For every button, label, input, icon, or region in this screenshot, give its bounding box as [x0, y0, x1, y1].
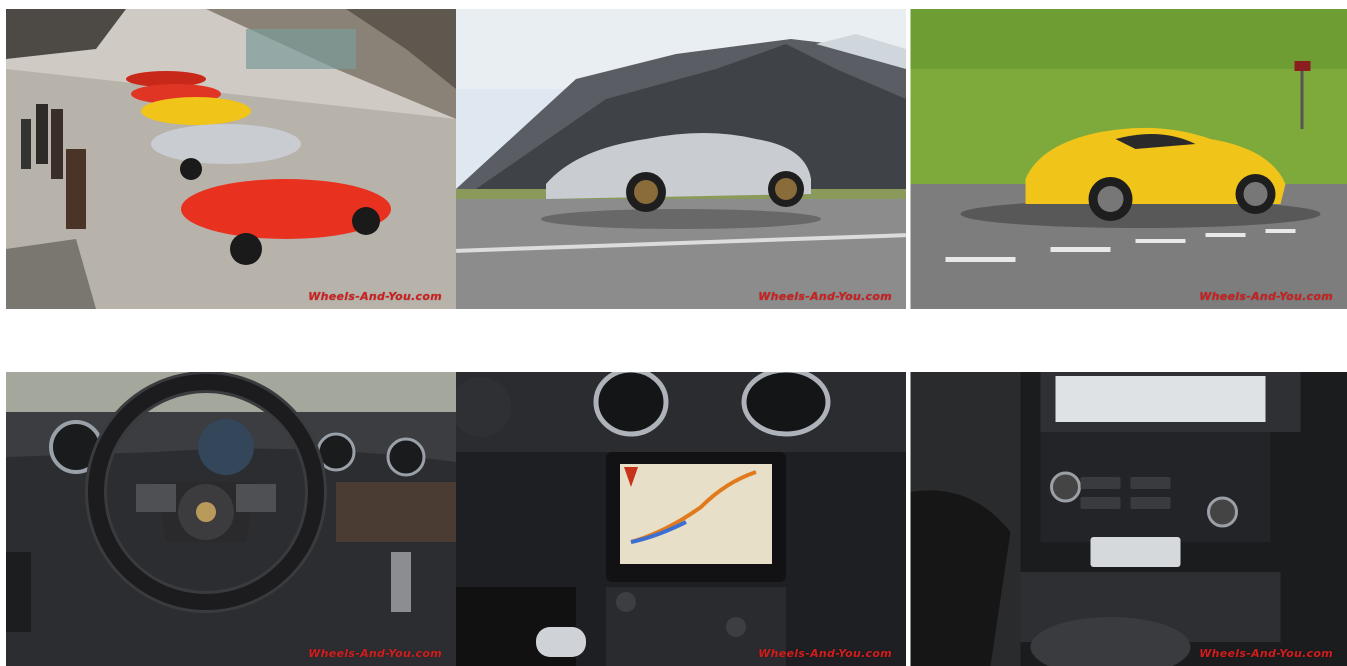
photo-interior-steering — [6, 372, 456, 666]
gallery-photo-2[interactable]: Wheels-And-You.com — [456, 9, 906, 309]
watermark: Wheels-And-You.com — [308, 290, 442, 303]
gallery-photo-5[interactable]: Wheels-And-You.com — [456, 372, 906, 666]
gallery-photo-3[interactable]: Wheels-And-You.com — [906, 9, 1347, 309]
watermark: Wheels-And-You.com — [308, 647, 442, 660]
gallery-photo-1[interactable]: Wheels-And-You.com — [6, 9, 456, 309]
gallery-photo-4[interactable]: Wheels-And-You.com — [6, 372, 456, 666]
watermark: Wheels-And-You.com — [1199, 290, 1333, 303]
photo-infotainment-panel — [910, 372, 1347, 666]
gallery-photo-6[interactable]: Wheels-And-You.com — [906, 372, 1347, 666]
photo-silver-roadster — [456, 9, 906, 309]
photo-navigation-screen — [456, 372, 906, 666]
photo-gallery: Wheels-And-You.com Wheels-And-You.com Wh… — [0, 0, 1347, 666]
watermark: Wheels-And-You.com — [1199, 647, 1333, 660]
photo-parking-lot — [6, 9, 456, 309]
watermark: Wheels-And-You.com — [758, 647, 892, 660]
photo-yellow-coupe — [910, 9, 1347, 309]
watermark: Wheels-And-You.com — [758, 290, 892, 303]
